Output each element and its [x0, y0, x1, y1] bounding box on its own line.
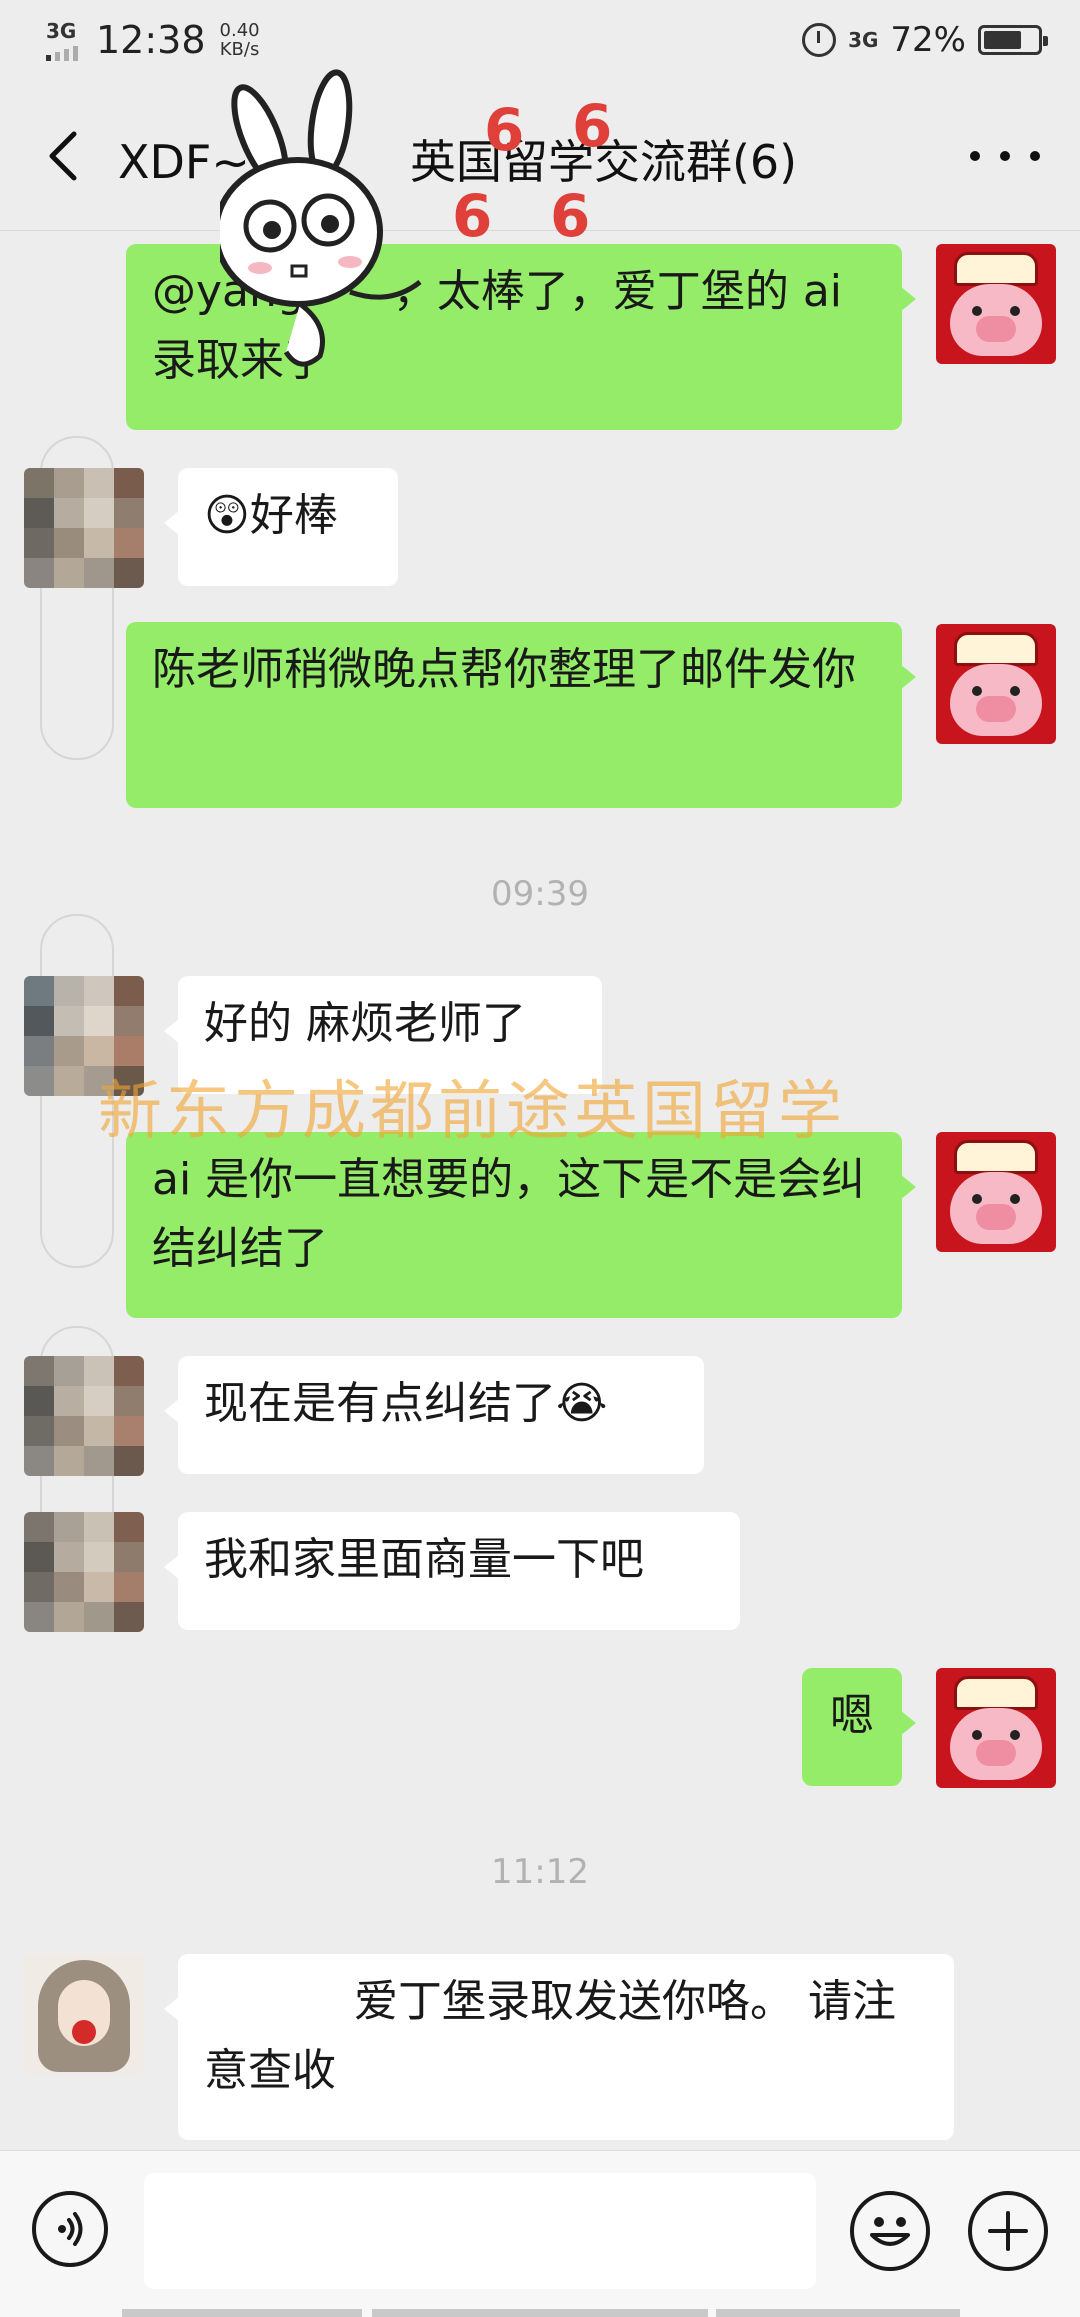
battery-icon: [978, 25, 1048, 55]
contact-avatar[interactable]: [24, 1954, 144, 2074]
contact-avatar[interactable]: [24, 1512, 144, 1632]
contact-avatar[interactable]: [24, 1356, 144, 1476]
message-text: 嗯: [830, 1690, 874, 1741]
my-avatar[interactable]: [936, 1132, 1056, 1252]
network-type-right: 3G: [848, 28, 879, 52]
message-bubble-sent[interactable]: 嗯: [802, 1668, 916, 1786]
more-dot-icon: [970, 151, 980, 161]
contact-avatar[interactable]: [24, 468, 144, 588]
more-options-button[interactable]: [970, 134, 1040, 178]
message-bubble-received[interactable]: 现在是有点纠结了😭: [164, 1356, 704, 1474]
message-text: 好的 麻烦老师了: [204, 998, 526, 1049]
sticker-digit: 6: [452, 182, 493, 250]
crying-emoji-icon: 😭: [556, 1378, 608, 1429]
battery-fill: [984, 31, 1021, 49]
message-text: 我和家里面商量一下吧: [204, 1534, 644, 1585]
voice-input-button[interactable]: [32, 2191, 108, 2267]
network-speed-value: 0.40: [219, 20, 260, 41]
message-text: 好棒: [249, 490, 338, 541]
my-avatar[interactable]: [936, 624, 1056, 744]
signal-indicator: 3G: [46, 19, 88, 61]
chevron-left-icon: [49, 131, 77, 181]
chat-header: XDF~ 英国留学交流群(6): [0, 84, 1080, 231]
message-text: 陈老师稍微晚点帮你整理了邮件发你: [152, 644, 856, 695]
my-avatar[interactable]: [936, 1668, 1056, 1788]
timestamp: 09:39: [491, 874, 589, 914]
message-text: ai 是你一直想要的，这下是不是会纠结纠结了: [152, 1154, 866, 1274]
sticker-digit: 6: [484, 96, 525, 164]
plus-icon: [988, 2211, 1028, 2251]
input-bar: [0, 2150, 1080, 2317]
battery-percent: 72%: [890, 20, 966, 60]
my-avatar[interactable]: [936, 244, 1056, 364]
network-type-left: 3G: [46, 19, 77, 43]
surprised-emoji-icon: 😲: [204, 490, 250, 541]
sticker-digit: 6: [550, 182, 591, 250]
alarm-icon: [802, 23, 837, 57]
back-button[interactable]: [44, 126, 104, 186]
message-bubble-sent[interactable]: ai 是你一直想要的，这下是不是会纠结纠结了: [126, 1132, 916, 1318]
message-bubble-received[interactable]: 爱丁堡录取发送你咯。 请注意查收: [164, 1954, 954, 2140]
clock: 12:38: [96, 18, 206, 62]
emoji-button[interactable]: [850, 2191, 930, 2271]
bunny-sticker-icon: 6 6 6 6: [213, 56, 612, 386]
message-text: 现在是有点纠结了: [204, 1378, 556, 1429]
signal-bars-icon: [46, 46, 78, 61]
watermark-text: 新东方成都前途英国留学: [98, 1075, 846, 1149]
voice-icon: [58, 2212, 83, 2246]
more-dot-icon: [1000, 151, 1010, 161]
more-dot-icon: [1030, 151, 1040, 161]
message-input[interactable]: [144, 2173, 816, 2289]
timestamp: 11:12: [491, 1852, 589, 1892]
message-bubble-sent[interactable]: 陈老师稍微晚点帮你整理了邮件发你: [126, 622, 916, 808]
emoji-icon: [870, 2217, 910, 2246]
sticker-digit: 6: [572, 92, 613, 160]
message-bubble-received[interactable]: 我和家里面商量一下吧: [164, 1512, 740, 1630]
more-functions-button[interactable]: [968, 2191, 1048, 2271]
network-speed: 0.40 KB/s: [220, 21, 260, 59]
message-bubble-received[interactable]: 😲好棒: [164, 468, 398, 586]
status-bar: 3G 12:38 0.40 KB/s 3G 72%: [0, 0, 1080, 84]
message-text: 爱丁堡录取发送你咯。 请注意查收: [204, 1976, 896, 2096]
